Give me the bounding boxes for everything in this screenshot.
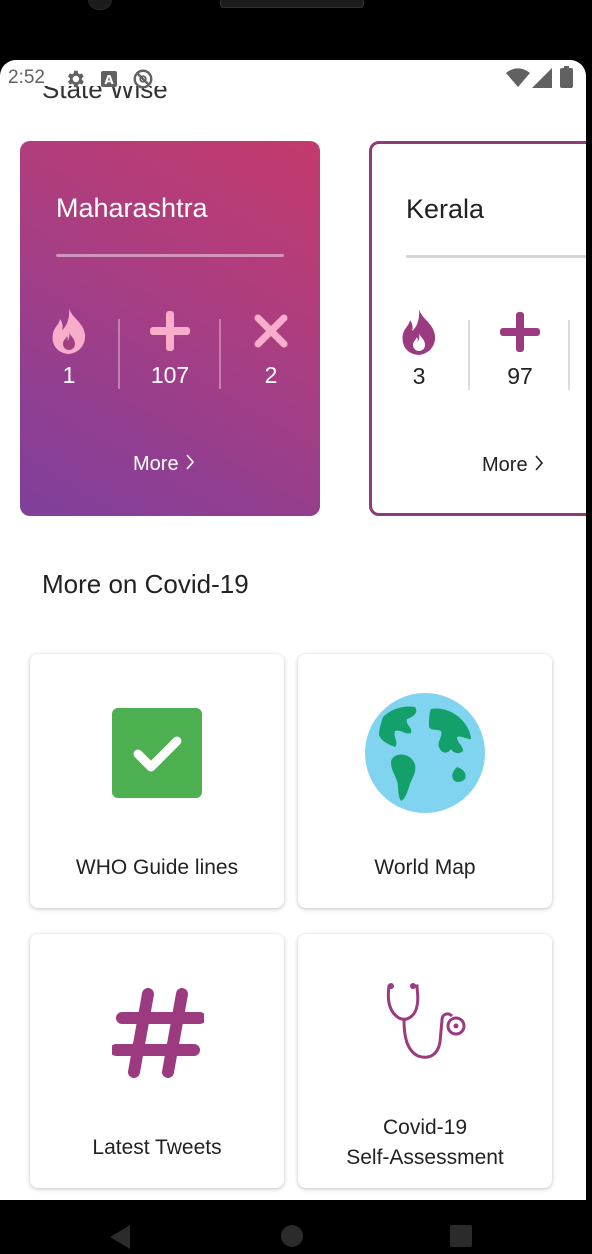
app-screen: 2:52 A State Wise Maharashtra 1 107 2 Mo…	[0, 60, 586, 1200]
more-button[interactable]: More	[482, 454, 544, 477]
back-button[interactable]	[108, 1224, 132, 1254]
stethoscope-icon	[383, 980, 469, 1068]
status-bar: 2:52 A	[0, 60, 586, 96]
cell-signal-icon	[532, 68, 552, 93]
tile-label-line1: Covid-19	[382, 1116, 468, 1139]
svg-text:A: A	[104, 73, 114, 87]
stat-value: 3	[412, 363, 426, 389]
tile-label-line2: Self-Assessment	[346, 1146, 504, 1169]
stat-confirmed: 97	[490, 307, 550, 390]
recents-button[interactable]	[449, 1224, 473, 1252]
stat-value: 107	[150, 362, 190, 388]
self-assessment-tile[interactable]: Covid-19 Self-Assessment	[298, 934, 552, 1188]
gear-icon	[64, 68, 86, 95]
plus-icon	[140, 306, 200, 356]
stat-separator	[118, 319, 120, 389]
section-title: More on Covid-19	[42, 569, 249, 599]
text-a-icon: A	[100, 70, 118, 93]
more-label: More	[482, 454, 528, 476]
stat-separator	[468, 320, 470, 390]
who-guidelines-tile[interactable]: WHO Guide lines	[30, 654, 284, 908]
stat-value: 2	[264, 362, 278, 388]
chevron-right-icon	[185, 453, 195, 476]
fire-icon	[39, 306, 99, 356]
front-camera	[88, 0, 112, 10]
stat-value: 1	[62, 362, 76, 388]
state-card-maharashtra[interactable]: Maharashtra 1 107 2 More	[20, 141, 320, 516]
state-name: Maharashtra	[56, 193, 208, 223]
stat-value: 97	[507, 363, 533, 389]
home-button[interactable]	[280, 1224, 304, 1252]
stat-separator	[219, 319, 221, 389]
device-bezel	[0, 0, 592, 62]
do-not-disturb-icon	[132, 68, 154, 95]
state-card-kerala[interactable]: Kerala 3 97 More	[369, 141, 586, 516]
more-label: More	[133, 453, 179, 475]
tile-label: Latest Tweets	[92, 1136, 222, 1159]
navigation-bar	[0, 1200, 592, 1252]
tile-label: World Map	[374, 856, 476, 879]
status-time: 2:52	[8, 67, 45, 88]
tile-label: WHO Guide lines	[75, 856, 239, 879]
earpiece-speaker	[220, 0, 364, 8]
fire-icon	[389, 307, 449, 357]
latest-tweets-tile[interactable]: Latest Tweets	[30, 934, 284, 1188]
battery-icon	[560, 66, 573, 93]
world-map-tile[interactable]: World Map	[298, 654, 552, 908]
plus-icon	[490, 307, 550, 357]
hashtag-icon	[110, 988, 206, 1082]
stat-active: 3	[389, 307, 449, 390]
stat-active: 1	[39, 306, 99, 389]
card-divider	[406, 255, 586, 258]
state-name: Kerala	[406, 194, 485, 224]
globe-icon	[365, 693, 485, 817]
wifi-icon	[506, 68, 530, 93]
stat-confirmed: 107	[140, 306, 200, 389]
stat-deaths: 2	[241, 306, 301, 389]
card-divider	[56, 254, 284, 257]
stat-separator	[568, 320, 570, 390]
cross-icon	[241, 306, 301, 356]
more-button[interactable]: More	[133, 453, 195, 476]
checkbox-icon	[112, 708, 202, 802]
chevron-right-icon	[534, 454, 544, 477]
